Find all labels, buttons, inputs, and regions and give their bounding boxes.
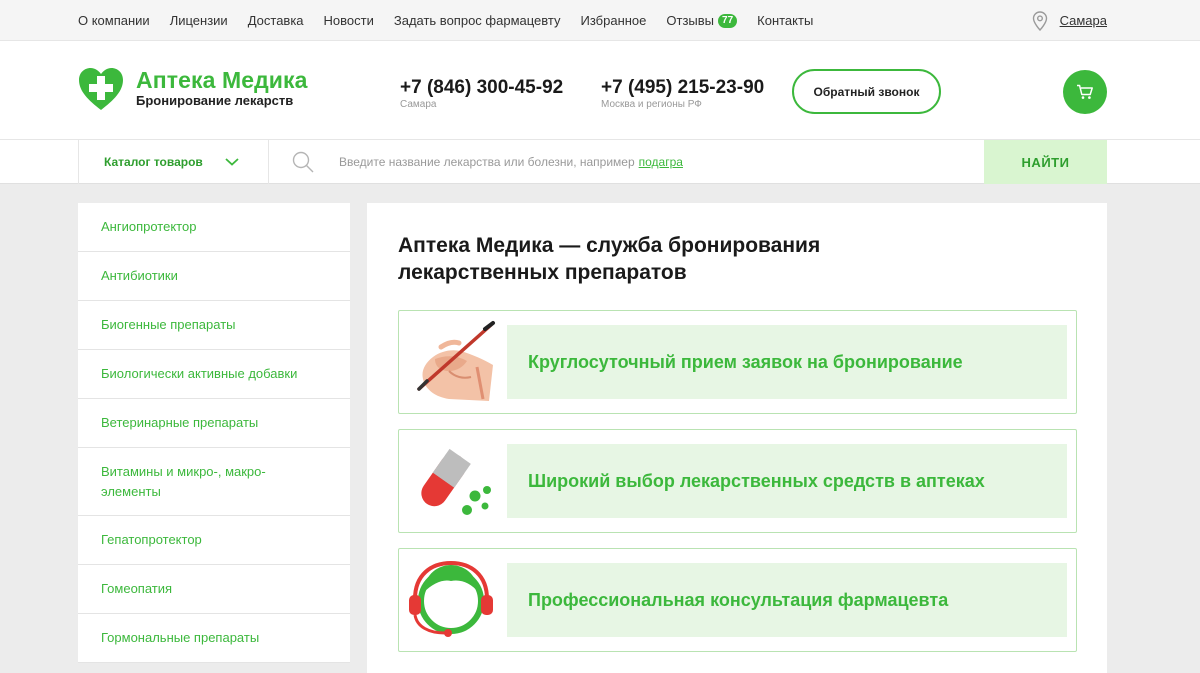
sidebar-item[interactable]: Гормональные препараты	[78, 614, 350, 663]
cart-icon	[1077, 84, 1093, 99]
feature-text-box: Круглосуточный прием заявок на бронирова…	[507, 325, 1067, 399]
category-sidebar: Ангиопротектор Антибиотики Биогенные пре…	[78, 203, 350, 663]
sidebar-item[interactable]: Гепатопротектор	[78, 516, 350, 565]
sidebar-item[interactable]: Биогенные препараты	[78, 301, 350, 350]
page-title: Аптека Медика — служба бронирования лека…	[398, 234, 821, 284]
sidebar-item[interactable]: Биологически активные добавки	[78, 350, 350, 399]
site-header: Аптека Медика Бронирование лекарств +7 (…	[0, 41, 1200, 139]
nav-reviews-label: Отзывы	[666, 13, 715, 28]
feature-text: Профессиональная консультация фармацевта	[528, 589, 949, 610]
feature-text-box: Профессиональная консультация фармацевта	[507, 563, 1067, 637]
phone-number[interactable]: +7 (846) 300-45-92	[400, 77, 563, 99]
search-example-link[interactable]: подагра	[639, 155, 683, 169]
chevron-down-icon	[225, 158, 239, 166]
nav-about[interactable]: О компании	[78, 13, 150, 28]
feature-text: Круглосуточный прием заявок на бронирова…	[528, 351, 963, 372]
search-placeholder: Введите название лекарства или болезни, …	[339, 155, 635, 169]
city-label[interactable]: Самара	[1060, 13, 1107, 28]
feature-card: Круглосуточный прием заявок на бронирова…	[398, 310, 1077, 414]
top-nav: О компании Лицензии Доставка Новости Зад…	[78, 0, 833, 41]
logo-text: Аптека Медика Бронирование лекарств	[136, 67, 308, 109]
sidebar-item[interactable]: Антибиотики	[78, 252, 350, 301]
sidebar-item[interactable]: Витамины и микро-, макро- элементы	[78, 448, 350, 516]
feature-text-box: Широкий выбор лекарственных средств в ап…	[507, 444, 1067, 518]
nav-ask-pharmacist[interactable]: Задать вопрос фармацевту	[394, 13, 561, 28]
feature-card: Широкий выбор лекарственных средств в ап…	[398, 429, 1077, 533]
reviews-count-badge: 77	[718, 13, 738, 28]
catalog-dropdown[interactable]: Каталог товаров	[78, 140, 269, 184]
logo-title: Аптека Медика	[136, 67, 308, 93]
sidebar-item[interactable]: Ангиопротектор	[78, 203, 350, 252]
nav-contacts[interactable]: Контакты	[757, 13, 813, 28]
sidebar-item[interactable]: Гомеопатия	[78, 565, 350, 614]
nav-licenses[interactable]: Лицензии	[170, 13, 228, 28]
nav-favorites[interactable]: Избранное	[581, 13, 647, 28]
phone-region: Самара	[400, 99, 437, 110]
location-pin-icon	[1032, 10, 1047, 31]
heart-cross-logo-icon	[79, 68, 123, 110]
pill-capsule-icon	[421, 448, 491, 515]
top-bar: О компании Лицензии Доставка Новости Зад…	[0, 0, 1200, 41]
phone-samara[interactable]: +7 (846) 300-45-92 Самара	[400, 77, 563, 111]
feature-card: Профессиональная консультация фармацевта	[398, 548, 1077, 652]
sidebar-item[interactable]: Ветеринарные препараты	[78, 399, 350, 448]
main-content: Аптека Медика — служба бронирования лека…	[367, 203, 1107, 673]
search-bar: Каталог товаров Введите название лекарст…	[0, 139, 1200, 184]
search-button[interactable]: НАЙТИ	[984, 140, 1107, 184]
phone-number[interactable]: +7 (495) 215-23-90	[601, 77, 764, 99]
nav-delivery[interactable]: Доставка	[248, 13, 304, 28]
callback-button[interactable]: Обратный звонок	[792, 69, 941, 114]
search-input[interactable]: Введите название лекарства или болезни, …	[339, 140, 979, 184]
logo[interactable]: Аптека Медика Бронирование лекарств	[78, 67, 308, 111]
nav-news[interactable]: Новости	[324, 13, 374, 28]
phone-moscow[interactable]: +7 (495) 215-23-90 Москва и регионы РФ	[601, 77, 764, 111]
search-icon	[292, 151, 314, 173]
catalog-label: Каталог товаров	[104, 155, 203, 169]
phone-region: Москва и регионы РФ	[601, 99, 702, 110]
cart-button[interactable]	[1063, 70, 1107, 114]
feature-text: Широкий выбор лекарственных средств в ап…	[528, 470, 985, 491]
headset-operator-icon	[409, 560, 493, 637]
logo-subtitle: Бронирование лекарств	[136, 93, 294, 108]
hand-writing-icon	[417, 321, 495, 401]
nav-reviews[interactable]: Отзывы 77	[666, 13, 738, 28]
city-selector[interactable]: Самара	[1032, 0, 1107, 41]
